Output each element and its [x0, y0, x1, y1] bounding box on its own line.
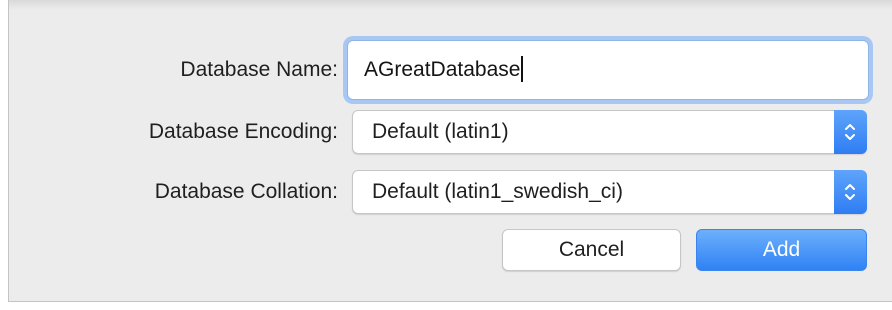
- database-encoding-label: Database Encoding:: [148, 120, 338, 143]
- sheet-top-shadow: [9, 0, 892, 10]
- text-caret: [521, 55, 524, 82]
- database-name-label: Database Name:: [180, 58, 338, 81]
- database-collation-value: Default (latin1_swedish_ci): [372, 180, 623, 203]
- database-name-value: AGreatDatabase: [364, 58, 521, 81]
- add-database-sheet: Database Name: AGreatDatabase Database E…: [8, 0, 892, 302]
- database-encoding-value: Default (latin1): [372, 120, 509, 143]
- cancel-button[interactable]: Cancel: [502, 229, 681, 271]
- database-name-input[interactable]: AGreatDatabase: [347, 40, 869, 100]
- add-button[interactable]: Add: [696, 229, 867, 271]
- up-down-chevron-icon[interactable]: [834, 170, 867, 214]
- database-collation-label: Database Collation:: [154, 180, 338, 203]
- database-collation-select[interactable]: Default (latin1_swedish_ci): [352, 170, 867, 214]
- database-encoding-select[interactable]: Default (latin1): [352, 110, 867, 154]
- up-down-chevron-icon[interactable]: [834, 110, 867, 154]
